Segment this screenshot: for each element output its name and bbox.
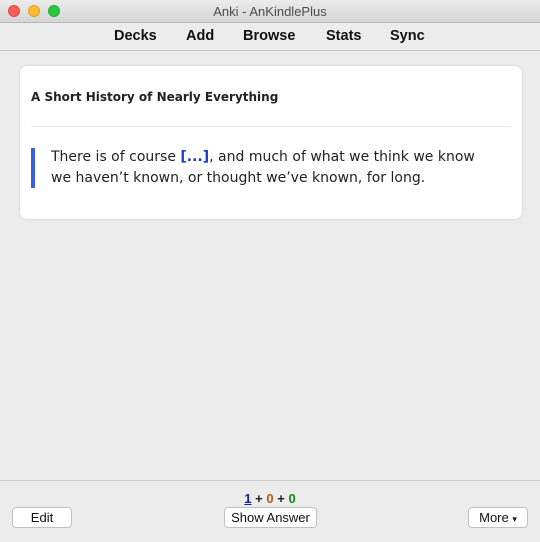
toolbar-add[interactable]: Add: [186, 28, 214, 44]
cloze-deletion: [...]: [180, 149, 210, 165]
count-separator: +: [277, 491, 285, 506]
toolbar-decks[interactable]: Decks: [114, 28, 157, 44]
quote-bar: [31, 148, 35, 188]
edit-button[interactable]: Edit: [12, 507, 72, 528]
title-bar: Anki - AnKindlePlus: [0, 0, 540, 23]
review-count: 0: [288, 491, 296, 506]
cloze-quote: There is of course [...], and much of wh…: [51, 147, 491, 189]
card-divider: [31, 126, 511, 127]
bottom-bar: 1 + 0 + 0 Edit Show Answer More ▾: [0, 480, 540, 542]
toolbar-stats[interactable]: Stats: [326, 28, 361, 44]
more-label: More: [479, 510, 509, 525]
count-separator: +: [255, 491, 263, 506]
window-title: Anki - AnKindlePlus: [213, 4, 327, 19]
due-counts: 1 + 0 + 0: [0, 491, 540, 506]
learning-count: 0: [266, 491, 274, 506]
quote-text-before: There is of course: [51, 149, 181, 165]
book-title: A Short History of Nearly Everything: [31, 90, 279, 104]
toolbar-browse[interactable]: Browse: [243, 28, 295, 44]
new-count: 1: [244, 491, 252, 506]
show-answer-button[interactable]: Show Answer: [224, 507, 317, 528]
toolbar-sync[interactable]: Sync: [390, 28, 425, 44]
review-card: A Short History of Nearly Everything The…: [20, 66, 522, 219]
chevron-down-icon: ▾: [512, 514, 517, 524]
more-button[interactable]: More ▾: [468, 507, 528, 528]
main-toolbar: Decks Add Browse Stats Sync: [0, 23, 540, 51]
